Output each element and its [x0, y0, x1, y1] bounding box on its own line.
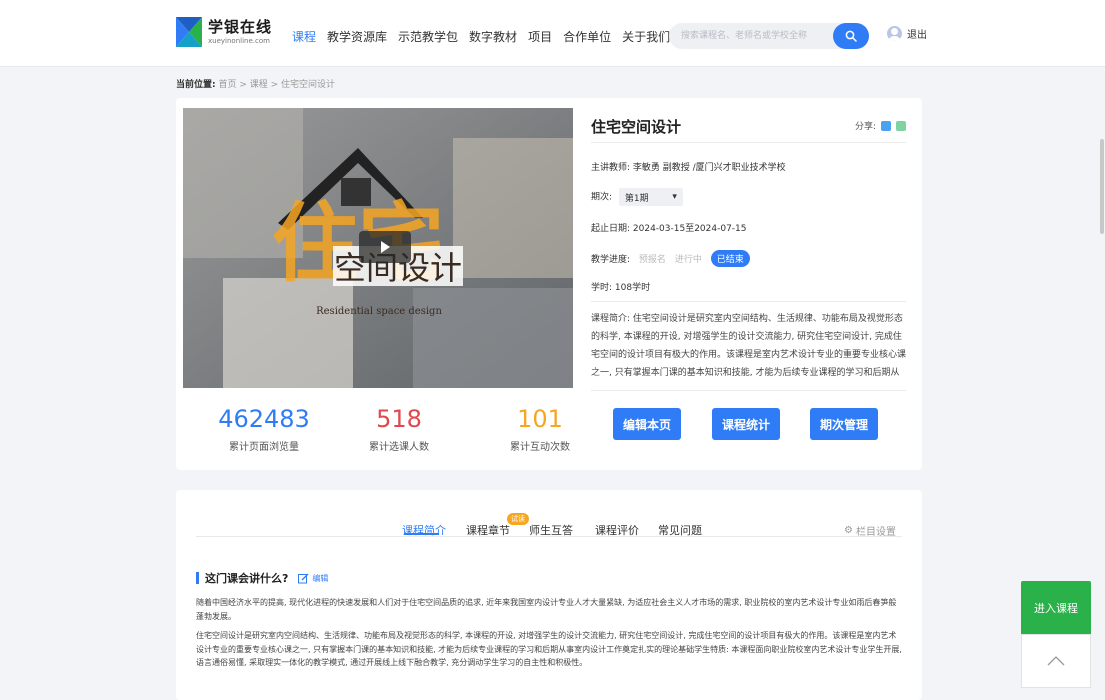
course-cover-video[interactable]: 住宅 空间设计 Residential space design [183, 108, 573, 388]
detail-tabs: 课程简介 课程章节 试读 师生互答 课程评价 常见问题 ⚙ 栏目设置 [176, 504, 922, 538]
stat-enrolled: 518 累计选课人数 [339, 405, 459, 454]
course-teacher: 主讲教师: 李敏勇 副教授 /厦门兴才职业技术学校 [591, 163, 786, 173]
course-overview-card: 住宅 空间设计 Residential space design 462483 … [176, 98, 922, 470]
course-stats: 462483 累计页面浏览量 518 累计选课人数 101 累计互动次数 [176, 406, 576, 466]
active-tab-underline [404, 533, 439, 535]
term-select[interactable]: 第1期 ▾ [618, 188, 683, 206]
nav-item-project[interactable]: 项目 [528, 28, 552, 45]
nav-item-demo-package[interactable]: 示范教学包 [398, 28, 458, 45]
info-divider [591, 390, 906, 391]
course-dates: 起止日期: 2024-03-15至2024-07-15 [591, 224, 747, 234]
course-hours: 学时: 108学时 [591, 283, 651, 293]
play-icon [381, 241, 390, 253]
course-title: 住宅空间设计 [591, 118, 682, 136]
section-paragraph: 住宅空间设计是研究室内空间结构、生活规律、功能布局及视觉形态的科学, 本课程的开… [196, 631, 902, 667]
try-read-badge: 试读 [507, 513, 529, 525]
stat-label: 累计选课人数 [369, 442, 429, 454]
breadcrumb: 当前位置: 首页 > 课程 > 住宅空间设计 [176, 77, 335, 90]
back-to-top-button[interactable] [1021, 634, 1091, 688]
nav-item-partners[interactable]: 合作单位 [563, 28, 611, 45]
info-divider [591, 301, 906, 302]
stat-page-views: 462483 累计页面浏览量 [204, 405, 324, 454]
nav-item-about[interactable]: 关于我们 [622, 28, 670, 45]
progress-state-ended: 已结束 [710, 250, 750, 267]
nav-item-digital-textbook[interactable]: 数字教材 [469, 28, 517, 45]
logout-link[interactable]: 退出 [907, 26, 927, 41]
search-box [669, 23, 869, 49]
top-header: 学银在线 xueyinonline.com 课程 教学资源库 示范教学包 数字教… [0, 0, 1105, 67]
progress-label: 教学进度: [591, 255, 631, 265]
gear-icon: ⚙ [844, 525, 853, 536]
cover-subtitle: Residential space design [316, 306, 442, 317]
stat-value: 462483 [218, 405, 310, 433]
search-input[interactable] [669, 23, 829, 49]
term-label: 期次: [591, 192, 613, 203]
breadcrumb-label: 当前位置: [176, 80, 216, 90]
section-bar [196, 572, 199, 584]
main-nav: 课程 教学资源库 示范教学包 数字教材 项目 合作单位 关于我们 [292, 28, 681, 45]
term-manage-button[interactable]: 期次管理 [810, 408, 878, 440]
user-area: 退出 [887, 26, 927, 41]
progress-state-ongoing: 进行中 [674, 255, 702, 265]
section-header: 这门课会讲什么? 编辑 [196, 570, 328, 586]
progress-state-preregister: 预报名 [638, 255, 666, 265]
stat-value: 101 [517, 405, 563, 433]
section-edit-link[interactable]: 编辑 [298, 573, 328, 584]
logo-mark-icon [176, 17, 202, 47]
stat-label: 累计互动次数 [510, 442, 570, 454]
edit-label: 编辑 [312, 573, 329, 583]
course-stats-button[interactable]: 课程统计 [712, 408, 780, 440]
search-icon [845, 30, 857, 42]
search-button[interactable] [833, 23, 869, 49]
progress-row: 教学进度: 预报名 进行中 已结束 [591, 250, 750, 267]
section-title: 这门课会讲什么? [205, 572, 289, 585]
avatar[interactable] [887, 26, 902, 41]
breadcrumb-path[interactable]: 首页 > 课程 > 住宅空间设计 [218, 80, 335, 90]
term-row: 期次: 第1期 ▾ [591, 188, 683, 206]
scrollbar-thumb[interactable] [1100, 139, 1104, 234]
page-scrollbar[interactable] [1099, 67, 1105, 700]
chevron-up-icon [1047, 656, 1065, 666]
logo-title: 学银在线 [208, 17, 273, 36]
share-qq-icon[interactable] [881, 120, 891, 131]
stat-value: 518 [376, 405, 422, 433]
share-label: 分享: [854, 122, 876, 132]
course-info: 住宅空间设计 分享: 主讲教师: 李敏勇 副教授 /厦门兴才职业技术学校 期次:… [591, 98, 906, 470]
caret-down-icon: ▾ [672, 192, 677, 202]
stat-interactions: 101 累计互动次数 [480, 405, 600, 454]
course-detail-card: 课程简介 课程章节 试读 师生互答 课程评价 常见问题 ⚙ 栏目设置 这门课会讲… [176, 490, 922, 700]
stat-label: 累计页面浏览量 [229, 442, 299, 454]
share-wechat-icon[interactable] [896, 120, 906, 131]
share-area: 分享: [855, 119, 906, 132]
section-paragraph: 随着中国经济水平的提高, 现代化进程的快速发展和人们对于住宅空间品质的追求, 近… [196, 598, 897, 621]
enter-course-button[interactable]: 进入课程 [1021, 581, 1091, 634]
site-logo[interactable]: 学银在线 xueyinonline.com [176, 17, 272, 47]
edit-page-button[interactable]: 编辑本页 [613, 408, 681, 440]
course-intro: 课程简介: 住宅空间设计是研究室内空间结构、生活规律、功能布局及视觉形态的科学,… [591, 314, 906, 378]
play-button[interactable] [359, 231, 411, 263]
nav-item-resource-library[interactable]: 教学资源库 [327, 28, 387, 45]
info-divider [591, 142, 906, 143]
logo-subtitle: xueyinonline.com [208, 36, 270, 45]
term-value: 第1期 [624, 193, 649, 204]
nav-item-course[interactable]: 课程 [292, 28, 316, 45]
edit-icon [298, 573, 309, 583]
tab-divider [196, 536, 902, 537]
